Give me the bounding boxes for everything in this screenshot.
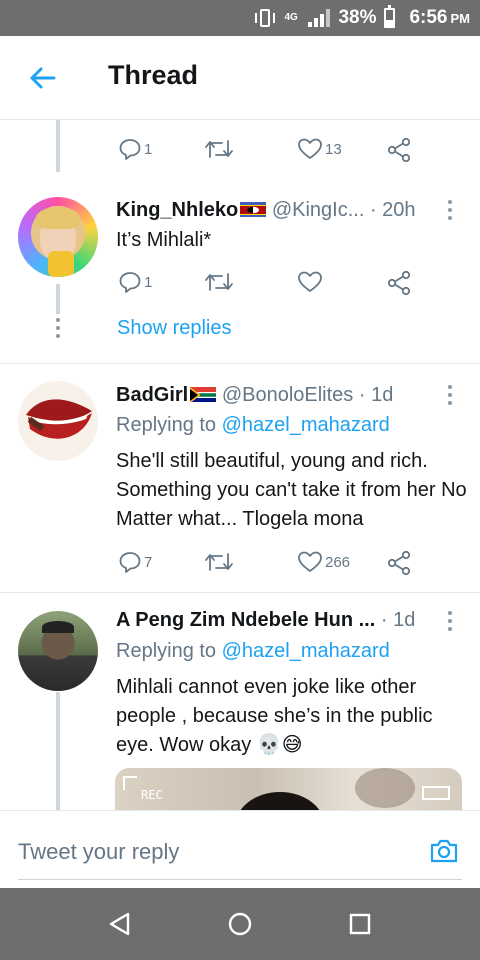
replying-label: Replying to bbox=[116, 414, 217, 436]
retweet-icon bbox=[205, 553, 233, 571]
reply-icon bbox=[119, 552, 141, 573]
vibrate-icon bbox=[254, 8, 276, 28]
reply-count: 1 bbox=[144, 273, 153, 291]
timestamp: · 1d bbox=[380, 609, 416, 631]
share-action[interactable] bbox=[387, 270, 411, 296]
south-africa-flag-icon bbox=[190, 386, 217, 402]
retweet-icon bbox=[205, 140, 233, 158]
avatar[interactable] bbox=[18, 381, 98, 461]
battery-icon bbox=[384, 5, 396, 28]
like-icon bbox=[298, 551, 322, 572]
avatar[interactable] bbox=[18, 197, 98, 277]
tweet-text: It’s Mihlali* bbox=[116, 229, 212, 251]
tweet-author[interactable]: BadGirl @BonoloElites · 1d bbox=[116, 384, 393, 407]
thread-dots-icon bbox=[56, 318, 62, 340]
nav-home-icon[interactable] bbox=[226, 910, 254, 938]
replying-label: Replying to bbox=[116, 640, 217, 662]
avatar[interactable] bbox=[18, 611, 98, 691]
reply-action[interactable]: 1 bbox=[118, 270, 152, 294]
retweet-action[interactable] bbox=[204, 270, 234, 294]
thread-line bbox=[56, 692, 60, 812]
reply-input[interactable]: Tweet your reply bbox=[18, 839, 179, 865]
more-icon[interactable] bbox=[447, 200, 453, 220]
clock: 6:56 bbox=[409, 7, 448, 28]
header: Thread bbox=[0, 36, 480, 120]
page-title: Thread bbox=[108, 60, 199, 90]
battery-percent: 38% bbox=[338, 7, 377, 28]
like-icon bbox=[298, 138, 322, 159]
display-name: A Peng Zim Ndebele Hun ... bbox=[116, 609, 376, 631]
replying-to: Replying to @hazel_mahazard bbox=[116, 414, 390, 437]
timestamp: · 20h bbox=[369, 199, 416, 221]
replying-to-handle[interactable]: @hazel_mahazard bbox=[222, 414, 390, 436]
like-action[interactable]: 13 bbox=[297, 137, 342, 161]
thread-line bbox=[56, 120, 60, 172]
eswatini-flag-icon bbox=[240, 201, 267, 217]
reply-action[interactable]: 7 bbox=[118, 550, 152, 574]
tweet-author[interactable]: A Peng Zim Ndebele Hun ... · 1d bbox=[116, 609, 415, 632]
like-icon bbox=[298, 271, 322, 292]
like-count: 266 bbox=[325, 553, 351, 571]
share-icon bbox=[387, 270, 411, 296]
reply-icon bbox=[119, 272, 141, 293]
clock-ampm: PM bbox=[450, 10, 471, 26]
share-icon bbox=[387, 550, 411, 576]
handle: @KingIc... bbox=[271, 199, 365, 221]
timestamp: · 1d bbox=[358, 384, 394, 406]
retweet-icon bbox=[205, 273, 233, 291]
reply-count: 7 bbox=[144, 553, 153, 571]
like-count: 13 bbox=[325, 140, 342, 158]
like-action[interactable] bbox=[297, 270, 325, 294]
nav-back-icon[interactable] bbox=[106, 910, 134, 938]
replying-to-handle[interactable]: @hazel_mahazard bbox=[222, 640, 390, 662]
replying-to: Replying to @hazel_mahazard bbox=[116, 640, 390, 663]
back-arrow-icon[interactable] bbox=[26, 62, 58, 94]
share-action[interactable] bbox=[387, 137, 411, 163]
display-name: BadGirl bbox=[116, 384, 189, 406]
like-action[interactable]: 266 bbox=[297, 550, 350, 574]
nav-recents-icon[interactable] bbox=[346, 910, 374, 938]
display-name: King_Nhleko bbox=[116, 199, 239, 221]
reply-count: 1 bbox=[144, 140, 153, 158]
reply-input-underline bbox=[18, 879, 462, 880]
more-icon[interactable] bbox=[447, 385, 453, 405]
retweet-action[interactable] bbox=[204, 550, 234, 574]
status-bar: 4G 38% 6:56 PM bbox=[0, 0, 480, 36]
handle: @BonoloElites bbox=[221, 384, 354, 406]
share-action[interactable] bbox=[387, 550, 411, 576]
tweet-text: Mihlali cannot even joke like other peop… bbox=[116, 676, 433, 756]
show-replies-link[interactable]: Show replies bbox=[117, 317, 232, 340]
retweet-action[interactable] bbox=[204, 137, 234, 161]
reply-icon bbox=[119, 139, 141, 160]
camera-icon[interactable] bbox=[428, 835, 460, 867]
network-type: 4G bbox=[284, 12, 298, 23]
divider bbox=[0, 363, 480, 364]
signal-icon bbox=[308, 9, 331, 27]
share-icon bbox=[387, 137, 411, 163]
more-icon[interactable] bbox=[447, 611, 453, 631]
tweet-text: She'll still beautiful, young and rich. … bbox=[116, 450, 467, 530]
reply-bar: Tweet your reply bbox=[0, 810, 480, 888]
system-nav-bar bbox=[0, 888, 480, 960]
tweet-author[interactable]: King_Nhleko @KingIc... · 20h bbox=[116, 199, 416, 222]
reply-action[interactable]: 1 bbox=[118, 137, 152, 161]
divider bbox=[0, 592, 480, 593]
thread-line bbox=[56, 284, 60, 314]
